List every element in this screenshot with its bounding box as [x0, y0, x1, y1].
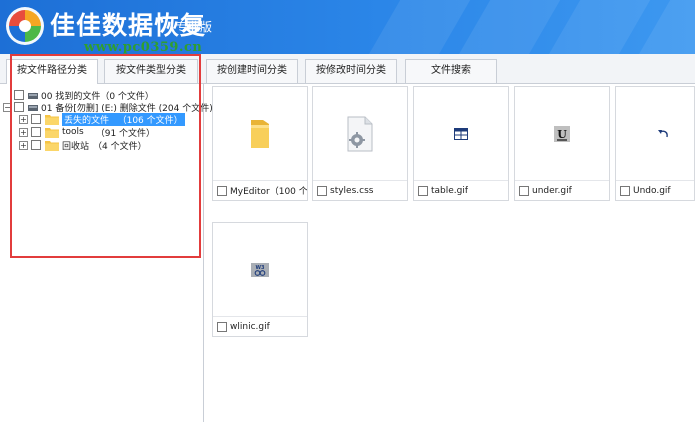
checkbox[interactable] — [519, 185, 529, 196]
file-footer: wlinic.gif — [213, 316, 307, 336]
tree-root-backup[interactable]: − 01 备份[勿删] (E:) 删除文件 (204 个文件) — [3, 101, 213, 114]
svg-text:W3: W3 — [256, 265, 266, 271]
file-name: table.gif — [431, 185, 469, 196]
file-thumbnail — [616, 87, 694, 180]
file-footer: table.gif — [414, 180, 508, 200]
file-thumbnail: U — [515, 87, 609, 180]
file-thumbnail — [313, 87, 407, 180]
file-name: styles.css — [330, 185, 374, 196]
file-card[interactable]: W3 wlinic.gif — [212, 222, 308, 337]
tab-by-modified-time[interactable]: 按修改时间分类 — [305, 59, 397, 83]
file-card[interactable]: styles.css — [312, 86, 408, 201]
app-logo-icon — [6, 7, 44, 45]
file-card[interactable]: Undo.gif — [615, 86, 695, 201]
folder-icon — [251, 119, 269, 148]
tab-by-path[interactable]: 按文件路径分类 — [6, 59, 98, 85]
edition-label: 专业版 — [176, 20, 213, 34]
checkbox[interactable] — [418, 185, 428, 196]
tree-count: （4 个文件） — [93, 141, 147, 152]
file-name: under.gif — [532, 185, 572, 196]
checkbox[interactable] — [31, 114, 41, 124]
checkbox[interactable] — [31, 140, 41, 150]
tree-item-tools[interactable]: + tools （91 个文件） — [19, 126, 156, 139]
drive-icon — [28, 105, 38, 111]
file-name: MyEditor（100 个... — [230, 187, 307, 197]
file-thumbnail — [414, 87, 508, 180]
tree-label-selected: 丢失的文件 （106 个文件） — [62, 112, 185, 126]
header-decoration — [348, 0, 482, 54]
watermark-text: www.pc0359.cn — [84, 40, 203, 55]
tab-bar: 按文件路径分类 按文件类型分类 按创建时间分类 按修改时间分类 文件搜索 — [0, 54, 695, 85]
checkbox[interactable] — [217, 321, 227, 332]
folder-icon — [45, 114, 59, 125]
file-name: Undo.gif — [633, 185, 671, 196]
file-footer: styles.css — [313, 180, 407, 200]
checkbox[interactable] — [317, 185, 327, 196]
table-image-icon — [454, 127, 468, 140]
folder-icon — [45, 127, 59, 138]
underline-image-icon: U — [554, 125, 570, 142]
svg-text:U: U — [557, 128, 567, 141]
tree-item-lost-files[interactable]: + 丢失的文件 （106 个文件） — [19, 112, 185, 126]
tab-by-type[interactable]: 按文件类型分类 — [104, 59, 198, 83]
file-card[interactable]: table.gif — [413, 86, 509, 201]
checkbox[interactable] — [31, 127, 41, 137]
drive-icon — [28, 93, 38, 99]
link-image-icon: W3 — [251, 262, 269, 277]
folder-tree-panel: 00 找到的文件（0 个文件） − 01 备份[勿删] (E:) 删除文件 (2… — [0, 84, 213, 422]
css-file-icon — [347, 116, 373, 151]
tab-file-search[interactable]: 文件搜索 — [405, 59, 497, 83]
tree-item-recycle-bin[interactable]: + 回收站 （4 个文件） — [19, 139, 147, 152]
file-footer: MyEditor（100 个... — [213, 180, 307, 200]
file-footer: Undo.gif — [616, 180, 694, 200]
file-footer: under.gif — [515, 180, 609, 200]
file-card[interactable]: MyEditor（100 个... — [212, 86, 308, 201]
collapse-icon[interactable]: − — [3, 102, 12, 112]
checkbox[interactable] — [620, 185, 630, 196]
checkbox[interactable] — [14, 102, 24, 112]
file-card[interactable]: U under.gif — [514, 86, 610, 201]
checkbox[interactable] — [14, 90, 24, 100]
file-thumbnail — [213, 87, 307, 180]
expand-icon[interactable]: + — [19, 140, 28, 150]
expand-icon[interactable]: + — [19, 114, 28, 124]
undo-image-icon — [658, 129, 668, 137]
checkbox[interactable] — [217, 185, 227, 196]
tree-count: （91 个文件） — [95, 128, 156, 139]
file-thumbnail: W3 — [213, 223, 307, 316]
file-name: wlinic.gif — [230, 321, 270, 332]
expand-icon[interactable]: + — [19, 127, 28, 137]
tree-label: 回收站 — [62, 141, 90, 152]
tree-root-found[interactable]: 00 找到的文件（0 个文件） — [14, 89, 154, 102]
tree-label: tools — [62, 127, 84, 137]
tab-by-created-time[interactable]: 按创建时间分类 — [206, 59, 298, 83]
folder-icon — [45, 140, 59, 151]
